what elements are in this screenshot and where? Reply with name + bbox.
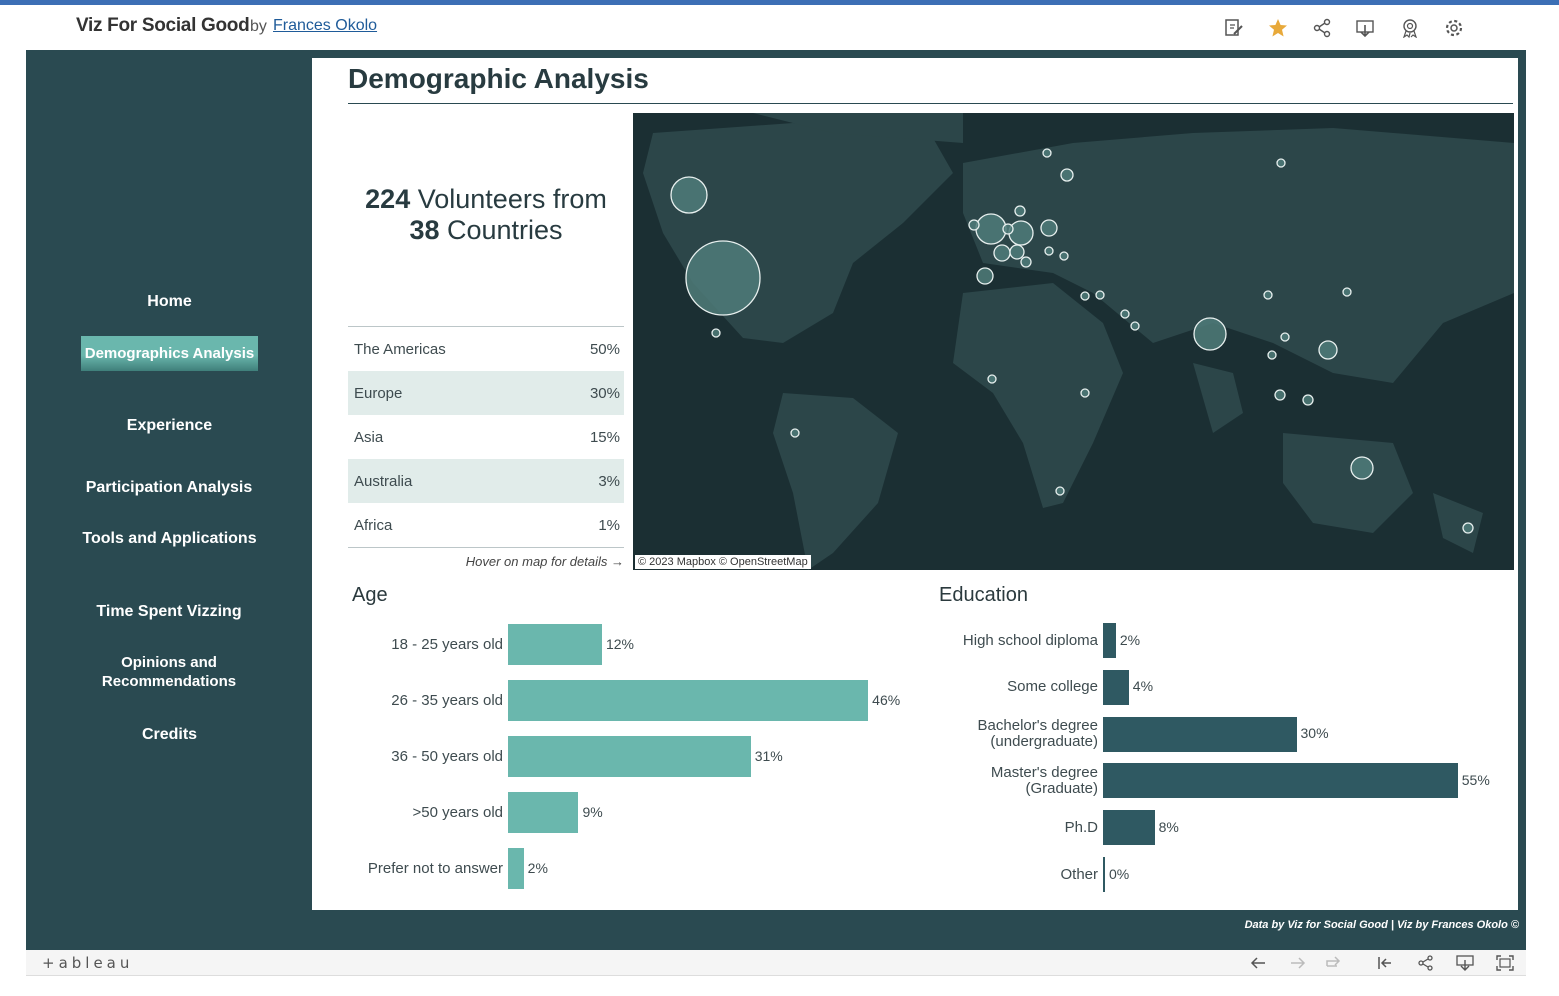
badge-icon[interactable] — [1399, 17, 1421, 39]
bar[interactable] — [508, 792, 579, 833]
region-row[interactable]: Australia 3% — [348, 459, 624, 503]
nav-experience[interactable]: Experience — [81, 416, 258, 435]
footer-credit: Data by Viz for Social Good | Viz by Fra… — [1244, 919, 1519, 931]
bar-value-label: 55% — [1461, 771, 1490, 788]
world-map-svg — [643, 113, 1514, 570]
bar-value-label: 8% — [1158, 818, 1179, 835]
bar-category-label: >50 years old — [412, 803, 503, 821]
nav-demographics-analysis[interactable]: Demographics Analysis — [81, 336, 258, 371]
bar[interactable] — [1103, 669, 1129, 705]
bar-category-label: 18 - 25 years old — [391, 635, 503, 653]
region-name: The Americas — [354, 340, 446, 358]
region-name: Australia — [354, 472, 413, 490]
bar-value-label: 4% — [1132, 678, 1154, 695]
bar-category-label: 26 - 35 years old — [391, 691, 503, 709]
share-bottom-icon[interactable] — [1416, 954, 1436, 972]
page-title: Demographic Analysis — [348, 63, 649, 94]
bar-value-label: 2% — [1119, 631, 1141, 648]
download-icon[interactable] — [1354, 17, 1376, 39]
tableau-toolbar: +ableau — [26, 950, 1526, 976]
bar-value-label: 30% — [1300, 725, 1329, 742]
education-chart-title: Education — [939, 584, 1028, 606]
title-divider — [348, 103, 1513, 104]
fullscreen-icon[interactable] — [1495, 954, 1515, 972]
region-row[interactable]: Asia 15% — [348, 415, 624, 459]
landmass — [643, 113, 1514, 570]
tableau-logo: +ableau — [42, 954, 134, 972]
bar-value-label: 31% — [754, 747, 783, 764]
bar[interactable] — [508, 736, 751, 777]
revert-icon[interactable] — [1324, 954, 1344, 972]
age-chart-title: Age — [352, 584, 388, 606]
bar-category-label: Some college — [1007, 678, 1098, 696]
download-bottom-icon[interactable] — [1455, 954, 1475, 972]
bar[interactable] — [1103, 810, 1155, 846]
share-icon[interactable] — [1311, 17, 1333, 39]
region-pct: 3% — [598, 472, 620, 490]
sidebar-nav: Home Demographics Analysis Experience Pa… — [34, 58, 312, 910]
region-pct: 50% — [589, 340, 620, 358]
region-name: Europe — [354, 384, 403, 402]
bar[interactable] — [1103, 716, 1297, 752]
volunteers-text: Volunteers from — [417, 184, 607, 214]
region-pct: 1% — [598, 516, 620, 534]
bar[interactable] — [1103, 623, 1116, 658]
undo-icon[interactable] — [1248, 954, 1268, 972]
bar[interactable] — [508, 680, 869, 721]
nav-tools-and-applications[interactable]: Tools and Applications — [81, 529, 258, 548]
region-table: The Americas 50% Europe 30% Asia 15% Austra… — [348, 326, 624, 548]
volunteer-count: 224 — [365, 184, 411, 214]
bar[interactable] — [1103, 857, 1105, 892]
title-bar: Viz For Social Good by Frances Okolo — [0, 5, 1559, 50]
bar-value-label: 9% — [582, 803, 603, 820]
app-title: Viz For Social Good — [76, 15, 250, 36]
region-pct: 30% — [589, 384, 620, 402]
bar-value-label: 46% — [872, 691, 901, 708]
bar-category-label: High school diploma — [962, 631, 1098, 649]
region-row[interactable]: The Americas 50% — [348, 327, 624, 371]
settings-gear-icon[interactable] — [1443, 17, 1465, 39]
hover-note: Hover on map for details → — [465, 554, 624, 569]
author-link[interactable]: Frances Okolo — [273, 17, 377, 35]
map-attribution: © 2023 Mapbox © OpenStreetMap — [635, 555, 811, 569]
bar-category-label: 36 - 50 years old — [391, 747, 503, 765]
nav-opinions-and-recommendations[interactable]: Opinions and Recommendations — [74, 653, 264, 691]
reset-icon[interactable] — [1375, 954, 1395, 972]
nav-participation-analysis[interactable]: Participation Analysis — [74, 478, 264, 497]
bar[interactable] — [508, 624, 602, 665]
countries-text: Countries — [447, 215, 563, 245]
bar-category-label: Ph.D — [1064, 818, 1098, 836]
bar-category-label: Master's degree (Graduate) — [990, 763, 1098, 797]
region-name: Africa — [354, 516, 393, 534]
by-text: by — [250, 18, 267, 35]
nav-time-spent-vizzing[interactable]: Time Spent Vizzing — [74, 602, 264, 621]
bar-value-label: 0% — [1109, 865, 1130, 882]
region-pct: 15% — [589, 428, 620, 446]
bar-category-label: Other — [1060, 865, 1098, 883]
bar-value-label: 12% — [605, 635, 634, 652]
nav-home[interactable]: Home — [81, 292, 258, 311]
bar-category-label: Prefer not to answer — [367, 859, 503, 877]
world-map[interactable]: © 2023 Mapbox © OpenStreetMap — [633, 113, 1514, 570]
bar-value-label: 2% — [527, 859, 548, 876]
bar[interactable] — [508, 848, 524, 889]
nav-credits[interactable]: Credits — [81, 725, 258, 744]
edit-icon[interactable] — [1223, 17, 1245, 39]
country-count: 38 — [409, 215, 440, 245]
bar-category-label: Bachelor's degree (undergraduate) — [977, 717, 1098, 751]
volunteer-summary: 224 Volunteers from 38 Countries — [348, 184, 624, 246]
region-row[interactable]: Africa 1% — [348, 503, 624, 547]
main-panel: Demographic Analysis 224 Volunteers from… — [312, 58, 1518, 910]
favorite-star-icon[interactable] — [1267, 17, 1289, 39]
redo-icon[interactable] — [1288, 954, 1308, 972]
region-row[interactable]: Europe 30% — [348, 371, 624, 415]
region-name: Asia — [354, 428, 384, 446]
bar[interactable] — [1103, 763, 1458, 799]
